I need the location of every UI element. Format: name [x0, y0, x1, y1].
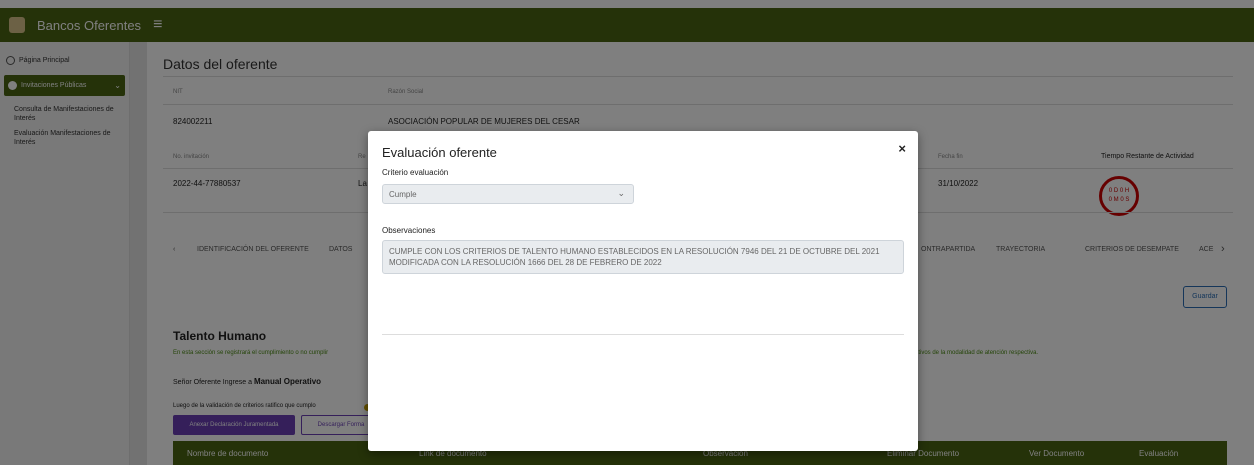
modal-title: Evaluación oferente [382, 145, 497, 160]
criterio-label: Criterio evaluación [382, 168, 449, 177]
evaluacion-modal: Evaluación oferente × Criterio evaluació… [368, 131, 918, 451]
modal-divider [382, 334, 904, 335]
criterio-select[interactable]: Cumple ⌄ [382, 184, 634, 204]
close-icon[interactable]: × [898, 141, 906, 156]
observaciones-textarea[interactable]: CUMPLE CON LOS CRITERIOS DE TALENTO HUMA… [382, 240, 904, 274]
chevron-down-icon: ⌄ [617, 188, 625, 198]
criterio-value: Cumple [389, 190, 417, 199]
observaciones-label: Observaciones [382, 226, 436, 235]
